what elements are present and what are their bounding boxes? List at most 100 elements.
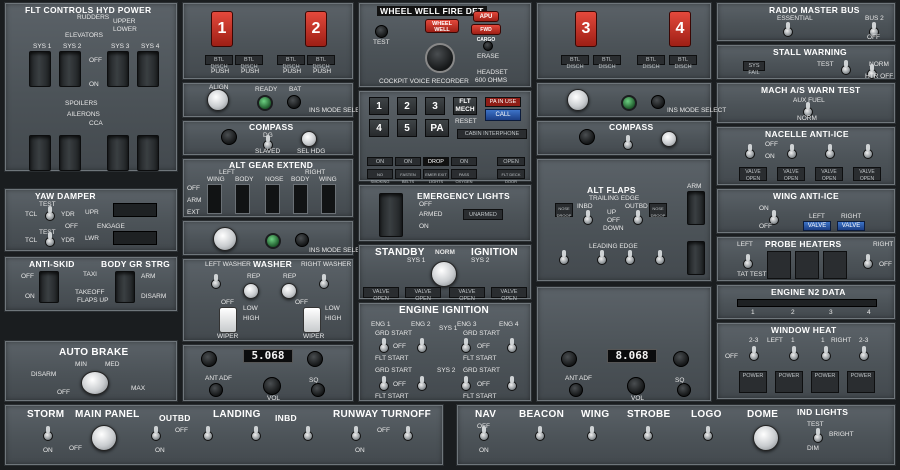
- left-washer-switch[interactable]: [211, 274, 221, 289]
- alt-gear-body-left-switch[interactable]: [235, 184, 250, 214]
- runway-turnoff-l-switch[interactable]: [351, 426, 361, 441]
- wing-switch[interactable]: [587, 426, 597, 441]
- nacelle-switch-2[interactable]: [787, 144, 797, 159]
- interphone-key-4[interactable]: 4: [369, 119, 389, 137]
- eng1-ign-switch-2[interactable]: [379, 376, 389, 391]
- fire-handle-2[interactable]: 2: [305, 11, 327, 47]
- alt-gear-wing-left-switch[interactable]: [207, 184, 222, 214]
- yaw-lwr-switch[interactable]: [113, 231, 157, 245]
- adf-sq-knob-left[interactable]: [311, 383, 325, 397]
- adf-knob-right-2[interactable]: [673, 351, 689, 367]
- landing-outbd-l-switch[interactable]: [151, 426, 161, 441]
- flt-sys2-switch[interactable]: [59, 51, 81, 87]
- adf-knob-left-2[interactable]: [307, 351, 323, 367]
- ins-mode-knob-left-2[interactable]: [213, 227, 237, 251]
- rep-knob-left[interactable]: [243, 283, 259, 299]
- flt-aileron-sys2-switch[interactable]: [59, 135, 81, 171]
- wh-switch-2[interactable]: [789, 346, 799, 361]
- rep-knob-right[interactable]: [281, 283, 297, 299]
- emergency-lights-switch[interactable]: [379, 193, 403, 237]
- nacelle-switch-4[interactable]: [863, 144, 873, 159]
- sw-fasten-belts[interactable]: ON: [395, 157, 421, 166]
- landing-inbd-l-switch[interactable]: [251, 426, 261, 441]
- flaps-arm-switch-top[interactable]: [687, 191, 705, 225]
- call-button[interactable]: CALL: [485, 109, 521, 121]
- main-panel-knob[interactable]: [91, 425, 117, 451]
- beacon-switch[interactable]: [535, 426, 545, 441]
- adf-knob-left-1[interactable]: [201, 351, 217, 367]
- interphone-key-pa[interactable]: PA: [425, 119, 449, 137]
- autobrake-selector[interactable]: [81, 371, 109, 395]
- flt-aileron-sys3-switch[interactable]: [107, 135, 129, 171]
- sw-emer-exit[interactable]: DROP: [423, 157, 449, 166]
- adf-mode-knob-right[interactable]: [569, 383, 583, 397]
- interphone-key-3[interactable]: 3: [425, 97, 445, 115]
- eng4-ign-switch[interactable]: [507, 338, 517, 353]
- flt-sys3-switch[interactable]: [107, 51, 129, 87]
- alt-gear-wing-right-switch[interactable]: [321, 184, 336, 214]
- compass-switch-right[interactable]: [623, 135, 633, 150]
- adf-knob-right-1[interactable]: [561, 351, 577, 367]
- radio-essential-switch[interactable]: [783, 22, 793, 37]
- eng3-ign-switch-2[interactable]: [461, 376, 471, 391]
- flaps-outbd-switch[interactable]: [633, 210, 643, 225]
- fwd-cargo-button[interactable]: FWD CARGO: [471, 24, 501, 43]
- sel-hdg-knob-right[interactable]: [661, 131, 677, 147]
- right-washer-switch[interactable]: [319, 274, 329, 289]
- yaw-test-switch-upper[interactable]: [45, 206, 55, 221]
- sw-flt-deck-door[interactable]: OPEN: [497, 157, 525, 166]
- ins-mode-knob-left[interactable]: [207, 89, 229, 111]
- flt-aileron-sys4-switch[interactable]: [137, 135, 159, 171]
- nav-switch[interactable]: [479, 426, 489, 441]
- sw-pass-oxygen[interactable]: ON: [451, 157, 477, 166]
- eng2-ign-switch[interactable]: [417, 338, 427, 353]
- yaw-test-switch-lower[interactable]: [45, 232, 55, 247]
- yaw-upr-switch[interactable]: [113, 203, 157, 217]
- probe-left-switch[interactable]: [743, 254, 753, 269]
- interphone-key-2[interactable]: 2: [397, 97, 417, 115]
- interphone-key-1[interactable]: 1: [369, 97, 389, 115]
- erase-button[interactable]: [483, 41, 493, 51]
- standby-ignition-selector[interactable]: [431, 261, 457, 287]
- le-switch-1[interactable]: [559, 250, 569, 265]
- fire-handle-3[interactable]: 3: [575, 11, 597, 47]
- adf-vol-knob-right[interactable]: [627, 377, 645, 395]
- flaps-inbd-switch[interactable]: [583, 210, 593, 225]
- wh-switch-1[interactable]: [749, 346, 759, 361]
- le-switch-4[interactable]: [655, 250, 665, 265]
- eng3-ign-switch[interactable]: [461, 338, 471, 353]
- alt-gear-body-right-switch[interactable]: [293, 184, 308, 214]
- landing-inbd-r-switch[interactable]: [303, 426, 313, 441]
- antiskid-switch[interactable]: [39, 271, 59, 303]
- flaps-arm-switch-bottom[interactable]: [687, 241, 705, 275]
- ind-lights-switch[interactable]: [813, 428, 823, 443]
- dome-knob[interactable]: [753, 425, 779, 451]
- wh-switch-4[interactable]: [859, 346, 869, 361]
- eng1-ign-switch[interactable]: [379, 338, 389, 353]
- eng4-ign-switch-2[interactable]: [507, 376, 517, 391]
- sel-hdg-knob-left[interactable]: [301, 131, 317, 147]
- stall-test-switch[interactable]: [841, 60, 851, 75]
- flt-aileron-sys1-switch[interactable]: [29, 135, 51, 171]
- body-gr-switch[interactable]: [115, 271, 135, 303]
- fire-handle-1[interactable]: 1: [211, 11, 233, 47]
- interphone-key-flt-mech[interactable]: FLT MECH: [453, 97, 477, 115]
- landing-outbd-r-switch[interactable]: [203, 426, 213, 441]
- alt-gear-nose-switch[interactable]: [265, 184, 280, 214]
- adf-sq-knob-right[interactable]: [677, 383, 691, 397]
- adf-vol-knob-left[interactable]: [263, 377, 281, 395]
- left-wiper-selector[interactable]: [219, 307, 237, 333]
- le-switch-3[interactable]: [625, 250, 635, 265]
- wheel-well-button[interactable]: WHEEL WELL: [425, 19, 459, 33]
- right-wiper-selector[interactable]: [303, 307, 321, 333]
- le-switch-2[interactable]: [597, 250, 607, 265]
- adf-mode-knob-left[interactable]: [209, 383, 223, 397]
- strobe-switch[interactable]: [643, 426, 653, 441]
- logo-switch[interactable]: [703, 426, 713, 441]
- wh-switch-3[interactable]: [821, 346, 831, 361]
- interphone-key-5[interactable]: 5: [397, 119, 417, 137]
- flt-sys4-switch[interactable]: [137, 51, 159, 87]
- storm-switch[interactable]: [43, 426, 53, 441]
- sw-no-smoking[interactable]: ON: [367, 157, 393, 166]
- compass-knob-right[interactable]: [579, 129, 595, 145]
